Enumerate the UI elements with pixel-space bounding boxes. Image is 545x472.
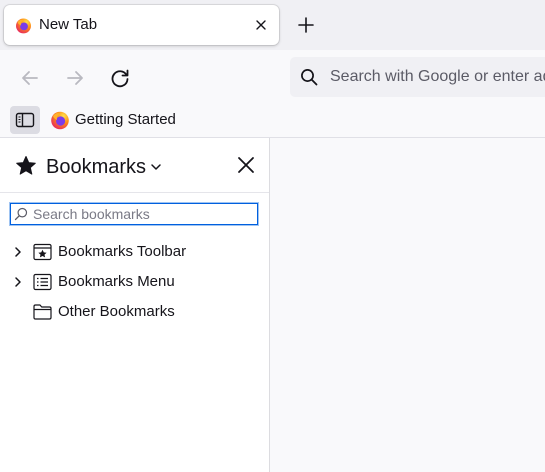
chevron-down-icon[interactable] xyxy=(149,160,163,174)
close-icon[interactable] xyxy=(236,155,256,175)
firefox-logo-icon xyxy=(16,18,31,34)
firefox-logo-icon xyxy=(51,111,69,130)
navigation-toolbar: Search with Google or enter address xyxy=(0,50,545,105)
plus-icon[interactable] xyxy=(292,11,320,39)
bookmarks-menu-folder-icon xyxy=(33,273,52,291)
back-arrow-icon[interactable] xyxy=(16,64,44,92)
tab-new-tab[interactable]: New Tab xyxy=(4,5,279,45)
sidebar-icon xyxy=(15,112,35,128)
sidebar-title[interactable]: Bookmarks xyxy=(46,156,146,178)
sidebar-header: Bookmarks xyxy=(0,138,269,193)
tree-item-label: Bookmarks Toolbar xyxy=(58,243,187,260)
browser-window: New Tab Search with Google or enter addr… xyxy=(0,0,545,472)
forward-arrow-icon[interactable] xyxy=(61,64,89,92)
chevron-right-icon[interactable] xyxy=(12,276,24,288)
tree-item-bookmarks-menu[interactable]: Bookmarks Menu xyxy=(0,268,269,298)
search-bookmarks-field[interactable] xyxy=(9,202,259,226)
star-icon xyxy=(16,156,36,175)
chevron-right-icon[interactable] xyxy=(12,246,24,258)
tree-item-label: Other Bookmarks xyxy=(58,303,175,320)
folder-icon xyxy=(33,304,52,320)
tree-item-other-bookmarks[interactable]: Other Bookmarks xyxy=(0,298,269,328)
url-bar-placeholder: Search with Google or enter address xyxy=(330,68,545,85)
reload-icon[interactable] xyxy=(106,64,134,92)
tree-item-label: Bookmarks Menu xyxy=(58,273,175,290)
bookmarks-toolbar-folder-icon xyxy=(33,243,52,261)
tab-title: New Tab xyxy=(39,16,98,33)
search-bookmarks-input[interactable] xyxy=(33,205,253,223)
bookmark-label: Getting Started xyxy=(75,111,176,128)
tree-item-bookmarks-toolbar[interactable]: Bookmarks Toolbar xyxy=(0,238,269,268)
close-icon[interactable] xyxy=(253,17,269,33)
page-content-area[interactable] xyxy=(270,138,545,472)
search-icon xyxy=(14,207,28,221)
url-bar[interactable]: Search with Google or enter address xyxy=(290,57,545,97)
search-icon xyxy=(301,69,318,86)
tab-strip: New Tab xyxy=(0,0,545,50)
sidebar-toggle-button[interactable] xyxy=(10,106,40,134)
bookmarks-toolbar: Getting Started xyxy=(0,105,545,138)
bookmarks-tree: Bookmarks Toolbar Bookmarks Menu Other B… xyxy=(0,238,269,328)
bookmarks-sidebar: Bookmarks Search bookmarks Bookmarks Too… xyxy=(0,138,270,472)
